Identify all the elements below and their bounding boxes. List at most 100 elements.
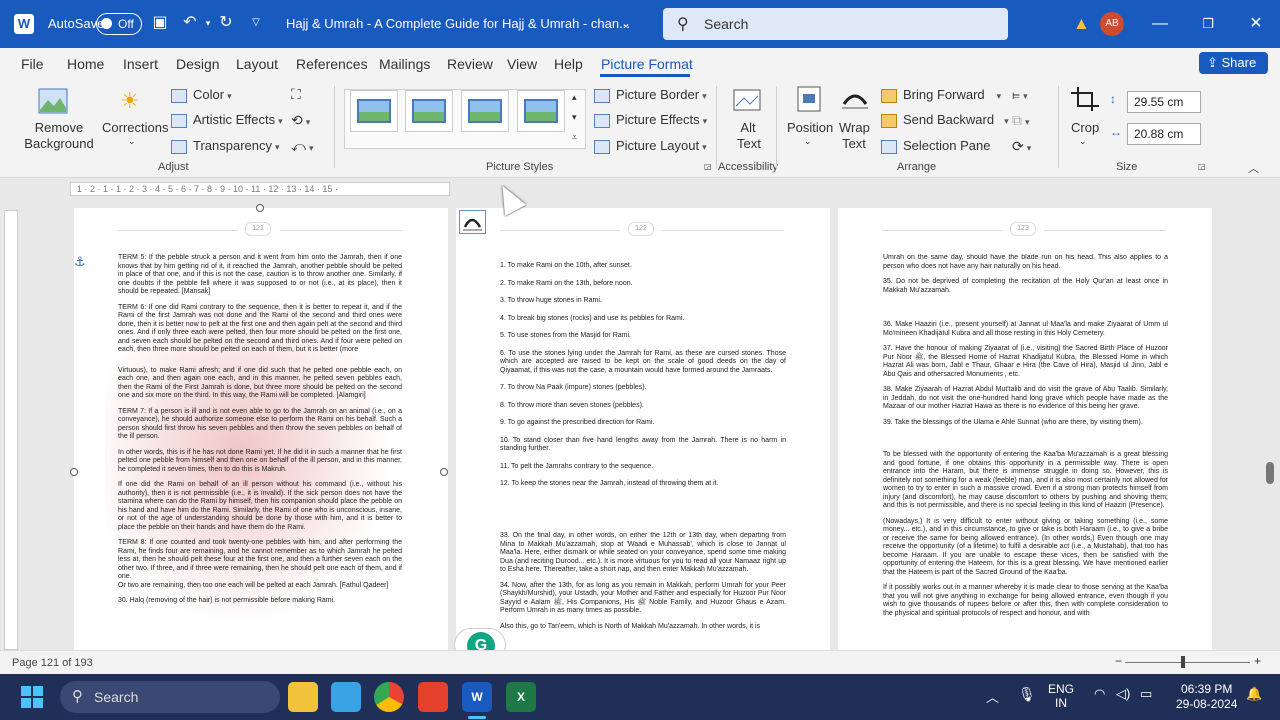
alt-text-button[interactable]: Alt Text bbox=[737, 120, 761, 152]
layout-options-icon bbox=[463, 218, 482, 231]
word-taskbar-icon[interactable]: W bbox=[462, 682, 492, 712]
clock[interactable]: 06:39 PM 29-08-2024 bbox=[1176, 682, 1237, 712]
gallery-up-icon[interactable]: ▴ bbox=[572, 92, 577, 103]
volume-icon[interactable]: ◁) bbox=[1116, 686, 1130, 702]
header-rule bbox=[118, 230, 238, 231]
tab-picture-format[interactable]: Picture Format bbox=[601, 56, 693, 72]
selection-handle[interactable] bbox=[440, 468, 448, 476]
picture-border-button[interactable]: Picture Border ▾ bbox=[594, 87, 707, 103]
autosave-toggle[interactable]: Off bbox=[96, 13, 142, 35]
tab-home[interactable]: Home bbox=[67, 56, 104, 72]
picture-style-2[interactable] bbox=[405, 90, 453, 132]
tab-file[interactable]: File bbox=[21, 56, 44, 72]
picture-layout-button[interactable]: Picture Layout ▾ bbox=[594, 138, 707, 154]
crop-dropdown-icon[interactable]: ⌄ bbox=[1079, 136, 1087, 147]
tab-mailings[interactable]: Mailings bbox=[379, 56, 430, 72]
tab-design[interactable]: Design bbox=[176, 56, 220, 72]
battery-icon[interactable]: ▭ bbox=[1140, 686, 1152, 702]
tab-insert[interactable]: Insert bbox=[123, 56, 158, 72]
warning-icon[interactable]: ▲ bbox=[1073, 14, 1090, 34]
prohibited-acts-list: 1. To make Rami on the 10th, after sunse… bbox=[500, 262, 786, 498]
format-picture-launcher-icon[interactable]: ◲ bbox=[704, 162, 712, 171]
zoom-out-icon[interactable]: − bbox=[1115, 654, 1122, 668]
close-icon[interactable]: ✕ bbox=[1244, 12, 1268, 36]
selection-handle[interactable] bbox=[256, 204, 264, 212]
transparency-button[interactable]: Transparency ▾ bbox=[171, 138, 280, 154]
share-button[interactable]: ⇪ Share bbox=[1199, 52, 1268, 74]
picture-style-4[interactable] bbox=[517, 90, 565, 132]
width-field[interactable]: 20.88 cm bbox=[1127, 123, 1201, 145]
align-icon[interactable]: ⫢ ▾ bbox=[1012, 86, 1028, 103]
restore-icon[interactable]: ❐ bbox=[1196, 12, 1220, 36]
undo-icon[interactable]: ↶ bbox=[180, 13, 200, 33]
height-field[interactable]: 29.55 cm bbox=[1127, 91, 1201, 113]
tray-chevron-icon[interactable]: ︿ bbox=[986, 687, 999, 706]
paragraph: TERM 8: If one counted and took twenty-o… bbox=[118, 539, 402, 580]
ruler-scale: 1 · 2 · 1 · 1 · 2 · 3 · 4 · 5 · 6 · 7 · … bbox=[70, 182, 450, 196]
picture-style-1[interactable] bbox=[350, 90, 398, 132]
canva-icon[interactable] bbox=[418, 682, 448, 712]
list-item: 4. To break big stones (rocks) and use i… bbox=[500, 314, 685, 322]
document-title[interactable]: Hajj & Umrah - A Complete Guide for Hajj… bbox=[286, 16, 630, 31]
layout-options-button[interactable] bbox=[459, 210, 486, 234]
group-objects-icon: ⧉ ▾ bbox=[1012, 112, 1030, 128]
tab-help[interactable]: Help bbox=[554, 56, 583, 72]
send-backward-button[interactable]: Send Backward ▾ bbox=[881, 112, 1009, 128]
notification-icon[interactable]: 🔔 bbox=[1246, 686, 1262, 702]
gallery-more-icon[interactable]: ⩡ bbox=[572, 132, 577, 143]
wrap-text-button[interactable]: Wrap Text bbox=[839, 120, 870, 152]
position-dropdown-icon[interactable]: ⌄ bbox=[804, 136, 812, 147]
zoom-slider[interactable] bbox=[1125, 662, 1250, 663]
redo-icon[interactable]: ↻ bbox=[216, 13, 236, 33]
remove-background-button[interactable]: Remove Background bbox=[18, 120, 100, 152]
windows-start-icon[interactable] bbox=[20, 685, 44, 709]
picture-style-3[interactable] bbox=[461, 90, 509, 132]
selection-pane-button[interactable]: Selection Pane bbox=[881, 138, 990, 154]
corrections-dropdown-icon[interactable]: ⌄ bbox=[128, 136, 136, 147]
crop-button[interactable]: Crop bbox=[1071, 120, 1099, 135]
bring-forward-button[interactable]: Bring Forward ▾ bbox=[881, 87, 1001, 103]
corrections-button[interactable]: Corrections bbox=[102, 120, 168, 135]
avatar[interactable]: AB bbox=[1100, 12, 1124, 36]
search-box[interactable]: ⚲ Search bbox=[663, 8, 1008, 40]
collapse-ribbon-icon[interactable]: ︿ bbox=[1248, 160, 1259, 176]
reset-picture-icon[interactable]: ⤺ ▾ bbox=[291, 138, 314, 155]
save-icon[interactable]: ▣ bbox=[150, 13, 170, 33]
tab-review[interactable]: Review bbox=[447, 56, 493, 72]
zoom-slider-knob[interactable] bbox=[1181, 656, 1185, 668]
language-indicator[interactable]: ENG IN bbox=[1048, 682, 1074, 710]
undo-dropdown-icon[interactable]: ▾ bbox=[198, 13, 218, 33]
change-picture-icon[interactable]: ⟲ ▾ bbox=[291, 112, 310, 129]
notepad-icon[interactable] bbox=[331, 682, 361, 712]
customize-qat-icon[interactable]: ▽ bbox=[246, 13, 266, 33]
minimize-icon[interactable]: — bbox=[1148, 12, 1172, 36]
excel-icon[interactable]: X bbox=[506, 682, 536, 712]
adjust-group-label: Adjust bbox=[158, 161, 189, 173]
taskbar-search[interactable]: ⚲ Search bbox=[60, 681, 280, 713]
selection-pane-icon bbox=[881, 139, 897, 154]
compress-pictures-icon[interactable]: ⛶ bbox=[291, 86, 301, 103]
page-count[interactable]: Page 121 of 193 bbox=[12, 657, 93, 669]
gallery-down-icon[interactable]: ▾ bbox=[572, 112, 577, 123]
chrome-icon[interactable] bbox=[374, 682, 404, 712]
selection-handle[interactable] bbox=[70, 468, 78, 476]
microphone-icon[interactable]: 🎙 bbox=[1018, 686, 1036, 703]
picture-border-label: Picture Border bbox=[616, 87, 700, 102]
tab-layout[interactable]: Layout bbox=[236, 56, 278, 72]
rotate-icon[interactable]: ⟳ ▾ bbox=[1012, 138, 1031, 155]
tab-view[interactable]: View bbox=[507, 56, 537, 72]
transparency-label: Transparency bbox=[193, 138, 272, 153]
vertical-scrollbar[interactable] bbox=[1266, 462, 1274, 484]
size-launcher-icon[interactable]: ◲ bbox=[1198, 162, 1206, 171]
header-rule bbox=[882, 230, 1002, 231]
zoom-in-icon[interactable]: + bbox=[1254, 654, 1261, 668]
picture-effects-button[interactable]: Picture Effects ▾ bbox=[594, 112, 707, 128]
artistic-effects-button[interactable]: Artistic Effects ▾ bbox=[171, 112, 283, 128]
file-explorer-icon[interactable] bbox=[288, 682, 318, 712]
wifi-icon[interactable]: ◠ bbox=[1094, 686, 1105, 702]
taskbar: ⚲ Search W X ︿ 🎙 ENG IN ◠ ◁) ▭ 06:39 PM 29… bbox=[0, 674, 1280, 720]
color-button[interactable]: Color ▾ bbox=[171, 87, 232, 103]
position-button[interactable]: Position bbox=[787, 120, 833, 135]
tab-references[interactable]: References bbox=[296, 56, 368, 72]
title-chevron-icon[interactable]: ⌄ bbox=[616, 13, 636, 33]
